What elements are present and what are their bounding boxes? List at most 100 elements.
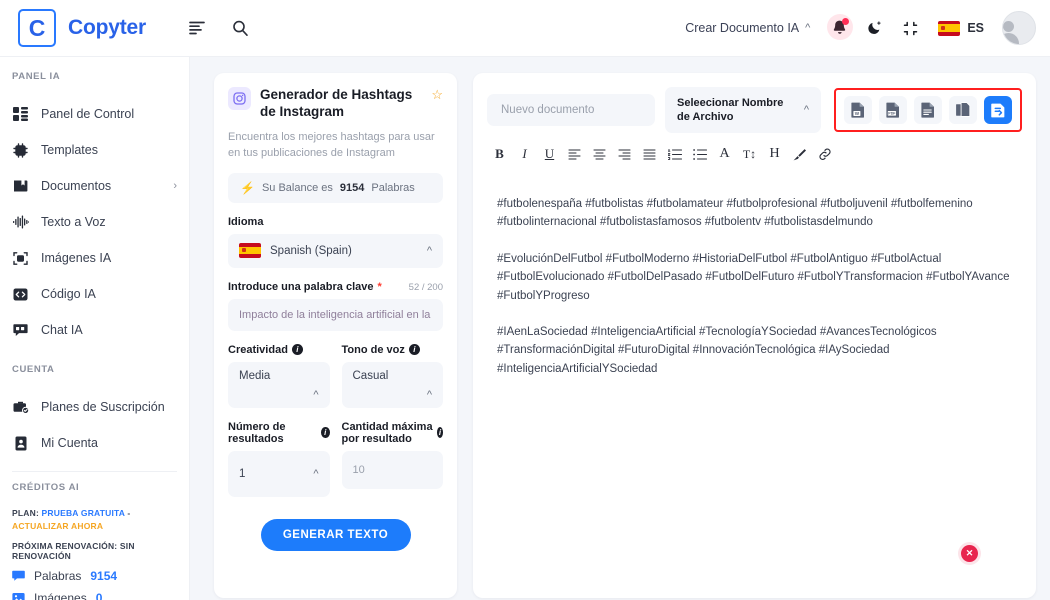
chevron-up-icon: ^ [313,388,319,401]
close-circle-icon[interactable]: ✕ [961,545,978,562]
info-icon[interactable]: i [408,344,420,356]
plan-status-line: PLAN: PRUEBA GRATUITA - ACTUALIZAR AHORA [0,507,189,533]
maxqty-label: Cantidad máxima por resultado i [342,421,443,445]
align-center-button[interactable] [587,143,612,165]
credit-row-imagenes: Imágenes 0 [0,583,189,600]
sidebar-item-panel-de-control[interactable]: Panel de Control [0,96,189,132]
align-right-button[interactable] [612,143,637,165]
text-file-icon [921,102,934,118]
export-word-button[interactable]: W [844,96,872,124]
language-selector[interactable]: ES [938,20,984,36]
brand-logo[interactable]: C [18,9,56,47]
sidebar-item-planes-de-suscripcion[interactable]: Planes de Suscripción [0,389,189,425]
underline-button[interactable]: U [537,143,562,165]
sidebar-item-label: Documentos [41,179,112,193]
align-justify-icon [643,148,656,160]
creativity-select[interactable]: Media ^ [228,361,330,408]
svg-text:PDF: PDF [888,112,896,116]
sidebar-item-label: Templates [41,143,98,157]
sidebar-divider [12,471,177,472]
moon-icon[interactable] [867,20,883,36]
creativity-value: Media [239,369,271,382]
document-content[interactable]: #futbolenespaña #futbolistas #futbolamat… [473,173,1036,598]
font-color-button[interactable]: A [712,143,737,165]
link-button[interactable] [812,143,837,165]
results-value: 1 [239,467,246,480]
maxqty-input[interactable]: 10 [341,450,443,489]
sidebar-item-codigo-ia[interactable]: Código IA [0,276,189,312]
results-label: Número de resultados i [228,421,330,445]
avatar[interactable] [1002,11,1036,45]
copy-files-icon [955,102,970,117]
ordered-list-icon [667,148,682,160]
tone-select[interactable]: Casual ^ [341,361,443,408]
keyword-label: Introduce una palabra clave * [228,281,382,293]
chat-credit-icon [12,570,25,582]
code-brackets-icon [12,287,29,302]
align-right-icon [618,148,631,160]
italic-button[interactable]: I [512,143,537,165]
sidebar-item-imagenes-ia[interactable]: Imágenes IA [0,240,189,276]
keyword-input[interactable]: Impacto de la inteligencia artificial en… [228,298,443,331]
sidebar-item-texto-a-voz[interactable]: Texto a Voz [0,204,189,240]
create-document-menu[interactable]: Crear Documento IA [685,21,799,35]
id-card-icon [12,436,29,451]
sidebar-item-label: Imágenes IA [41,251,112,265]
tone-label-text: Tono de voz [341,343,405,356]
results-select[interactable]: 1 ^ [228,450,330,497]
creativity-label-text: Creatividad [228,343,288,356]
pdf-file-icon: PDF [886,102,899,118]
export-pdf-button[interactable]: PDF [879,96,907,124]
keyword-counter: 52 / 200 [408,281,443,293]
document-name-input[interactable]: Nuevo documento [487,94,655,126]
fullscreen-exit-icon[interactable] [903,21,918,36]
main-area: Generador de Hashtags de Instagram ☆ Enc… [190,57,1050,600]
sidebar-item-chat-ia[interactable]: Chat IA [0,312,189,348]
language-select[interactable]: Spanish (Spain) ^ [228,233,443,268]
tone-label: Tono de voz i [342,344,444,356]
unordered-list-icon [692,148,707,160]
notifications-button[interactable] [827,14,854,40]
save-file-icon [991,103,1005,117]
file-name-select[interactable]: Seleecionar Nombre de Archivo ^ [665,87,821,133]
star-favorite-icon[interactable]: ☆ [431,87,443,104]
generate-text-button[interactable]: GENERAR TEXTO [260,518,411,551]
heading-button[interactable]: H [762,143,787,165]
export-buttons-group: W PDF [834,88,1022,132]
sidebar-section-credits: CRÉDITOS AI [12,482,80,493]
export-text-button[interactable] [914,96,942,124]
info-icon[interactable]: i [436,427,443,439]
chevron-up-icon[interactable]: ^ [805,22,810,34]
font-size-button[interactable]: T↕ [737,143,762,165]
briefcase-check-icon [12,400,29,414]
balance-prefix: Su Balance es [261,181,333,194]
tone-value: Casual [352,369,389,382]
editor-top-row: Nuevo documento Seleecionar Nombre de Ar… [473,73,1036,133]
chevron-up-icon: ^ [803,103,809,116]
results-label-text: Número de resultados [228,420,286,445]
chevron-right-icon[interactable]: › [173,180,177,192]
info-icon[interactable]: i [291,344,303,356]
ordered-list-button[interactable] [662,143,687,165]
align-left-button[interactable] [562,143,587,165]
align-justify-button[interactable] [637,143,662,165]
sidebar-item-documentos[interactable]: Documentos › [0,168,189,204]
document-editor-card: Nuevo documento Seleecionar Nombre de Ar… [473,73,1036,598]
sidebar-item-mi-cuenta[interactable]: Mi Cuenta [0,425,189,461]
plan-key: PLAN: [12,508,39,518]
creativity-label: Creatividad i [228,344,330,356]
keyword-label-row: Introduce una palabra clave * 52 / 200 [228,281,443,293]
upgrade-now-link[interactable]: ACTUALIZAR AHORA [12,521,103,531]
generator-form-card: Generador de Hashtags de Instagram ☆ Enc… [214,73,457,598]
save-document-button[interactable] [984,96,1012,124]
sidebar-section-account: CUENTA [12,364,55,375]
sidebar-item-label: Planes de Suscripción [41,400,165,414]
sidebar-item-templates[interactable]: Templates [0,132,189,168]
search-icon[interactable] [226,13,256,43]
unordered-list-button[interactable] [687,143,712,165]
menu-collapse-icon[interactable] [182,13,212,43]
copy-document-button[interactable] [949,96,977,124]
info-icon[interactable]: i [321,427,330,439]
bold-button[interactable]: B [487,143,512,165]
highlight-button[interactable] [787,143,812,165]
